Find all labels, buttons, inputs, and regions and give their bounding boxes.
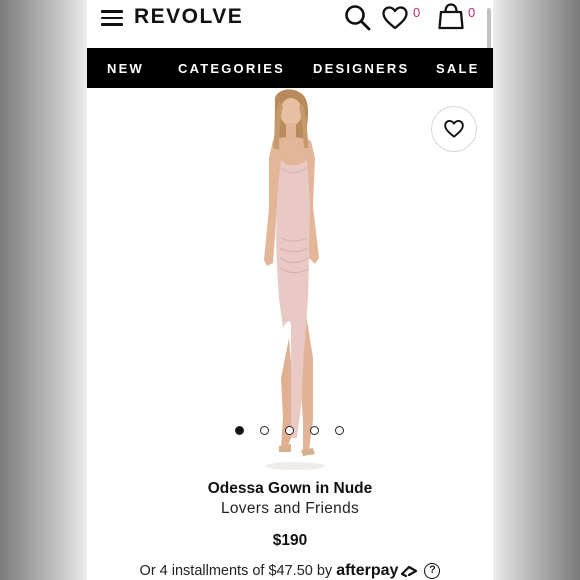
carousel-dot-3[interactable]	[285, 426, 294, 435]
product-brand-link[interactable]: Lovers and Friends	[87, 500, 493, 518]
afterpay-installments: Or 4 installments of $47.50 by afterpay …	[87, 561, 493, 580]
product-page: REVOLVE 0 0 NEW CATEGORIES DESIGNERS SAL…	[87, 0, 493, 580]
add-to-wishlist-button[interactable]	[431, 106, 477, 152]
afterpay-logo: afterpay	[336, 562, 399, 579]
hamburger-menu-icon[interactable]	[101, 10, 123, 26]
product-price: $190	[272, 532, 308, 549]
carousel-dot-5[interactable]	[335, 426, 344, 435]
carousel-dot-2[interactable]	[260, 426, 269, 435]
afterpay-arrows-icon	[401, 565, 418, 578]
installment-text: Or 4 installments of $47.50 by	[139, 563, 333, 579]
wishlist-count-badge: 0	[413, 5, 421, 20]
shopping-bag-icon[interactable]	[436, 2, 466, 35]
carousel-dot-1[interactable]	[235, 426, 244, 435]
site-header: REVOLVE 0 0	[87, 0, 493, 193]
product-name: Odessa Gown in Nude	[207, 480, 373, 497]
nav-item-sale[interactable]: SALE	[436, 61, 479, 76]
nav-item-categories[interactable]: CATEGORIES	[178, 61, 285, 76]
category-nav: NEW CATEGORIES DESIGNERS SALE	[87, 48, 493, 88]
product-image-gallery[interactable]	[87, 88, 493, 474]
revolve-logo[interactable]: REVOLVE	[134, 5, 243, 29]
carousel-dot-4[interactable]	[310, 426, 319, 435]
heart-outline-icon	[444, 120, 464, 138]
product-photo	[264, 89, 325, 470]
wishlist-heart-icon[interactable]	[381, 5, 409, 36]
nav-item-new[interactable]: NEW	[107, 61, 144, 76]
cart-count-badge: 0	[468, 5, 476, 20]
search-icon[interactable]	[343, 3, 373, 38]
nav-item-designers[interactable]: DESIGNERS	[313, 61, 409, 76]
help-question-icon[interactable]: ?	[424, 563, 441, 579]
